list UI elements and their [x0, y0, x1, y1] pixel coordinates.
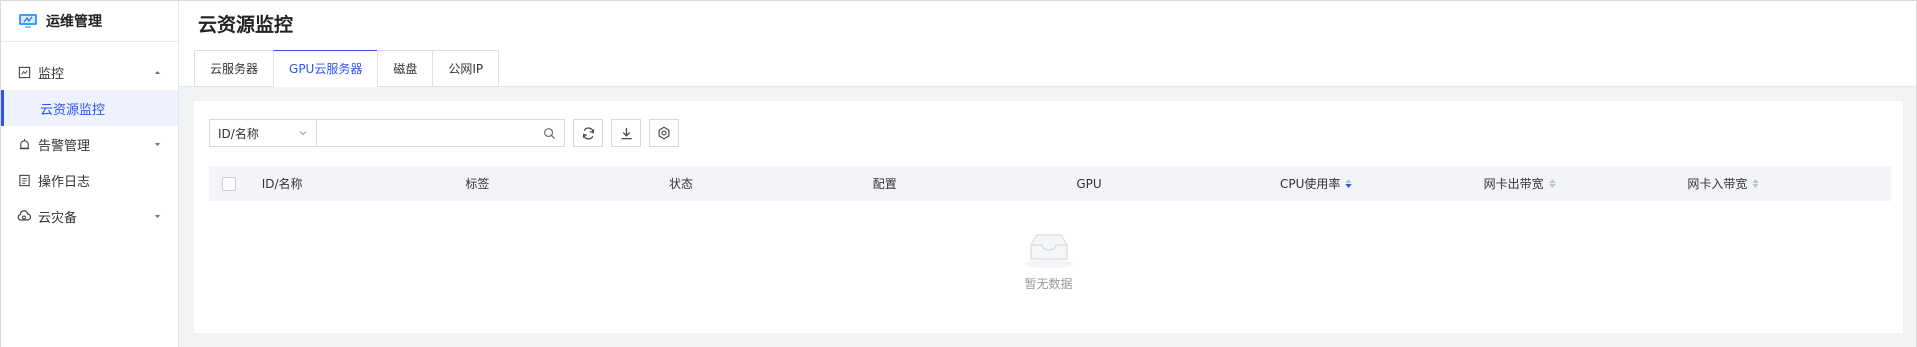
sidebar-item-label: 操作日志: [38, 174, 91, 190]
sidebar-item-label: 云灾备: [38, 210, 78, 226]
main-content: 云资源监控 云服务器 GPU云服务器 磁盘 公网IP ID/名称 ID/名称 标…: [179, 1, 1916, 347]
column-header-cpu-usage[interactable]: CPU使用率: [1280, 175, 1484, 192]
column-header-gpu: GPU: [1076, 177, 1280, 191]
tab-gpu-cloud-server[interactable]: GPU云服务器: [273, 50, 379, 87]
sidebar-item-label: 云资源监控: [40, 102, 106, 118]
column-label: 配置: [872, 177, 897, 191]
settings-icon: [658, 126, 670, 140]
app-title: 运维管理: [46, 14, 102, 30]
column-header-config: 配置: [873, 175, 1077, 192]
search-input[interactable]: [325, 121, 543, 145]
empty-inbox-icon: [1024, 234, 1073, 268]
column-label: 标签: [465, 177, 490, 191]
cloud-backup-icon: [17, 209, 31, 223]
sidebar-nav: 监控 云资源监控 告警管理 操作日志 云灾备: [1, 42, 178, 234]
log-icon: [17, 173, 31, 187]
settings-button[interactable]: [649, 119, 679, 147]
empty-state: 暂无数据: [194, 229, 1903, 292]
alarm-icon: [17, 137, 31, 151]
page-header: 云资源监控 云服务器 GPU云服务器 磁盘 公网IP: [179, 1, 1916, 87]
download-button[interactable]: [611, 119, 641, 147]
tab-disk[interactable]: 磁盘: [377, 50, 434, 87]
search-box: [317, 119, 565, 147]
column-header-tags: 标签: [465, 175, 669, 192]
resource-tabs: 云服务器 GPU云服务器 磁盘 公网IP: [194, 50, 500, 87]
refresh-button[interactable]: [573, 119, 603, 147]
filter-field-value: ID/名称: [218, 126, 259, 141]
toolbar: ID/名称: [209, 119, 679, 147]
sidebar: 运维管理 监控 云资源监控 告警管理 操作日志 云灾备: [1, 1, 179, 347]
column-header-status: 状态: [669, 175, 873, 192]
monitor-icon: [17, 65, 31, 79]
select-all-checkbox[interactable]: [222, 176, 236, 191]
select-all-cell: [209, 176, 262, 191]
sort-icon[interactable]: [1752, 179, 1760, 188]
sidebar-item-label: 告警管理: [38, 138, 91, 154]
page-title: 云资源监控: [198, 14, 294, 36]
column-header-id-name: ID/名称: [262, 175, 466, 192]
ops-logo-icon: [19, 14, 37, 28]
column-label: GPU: [1076, 176, 1102, 191]
sidebar-item-label: 监控: [38, 66, 65, 82]
column-header-nic-in-bandwidth[interactable]: 网卡入带宽: [1687, 175, 1891, 192]
sidebar-item-alarm[interactable]: 告警管理: [1, 126, 178, 162]
download-icon: [620, 127, 632, 139]
column-label: 网卡入带宽: [1687, 177, 1748, 191]
sidebar-item-cloud-resource-monitor[interactable]: 云资源监控: [1, 90, 178, 126]
column-label: 网卡出带宽: [1483, 177, 1544, 191]
tab-public-ip[interactable]: 公网IP: [432, 50, 500, 87]
refresh-icon: [582, 126, 594, 140]
sort-icon[interactable]: [1548, 179, 1556, 188]
sidebar-item-operation-log[interactable]: 操作日志: [1, 162, 178, 198]
tab-cloud-server[interactable]: 云服务器: [194, 50, 275, 87]
column-label: CPU使用率: [1280, 177, 1341, 191]
brand: 运维管理: [1, 1, 178, 42]
filter-field-select[interactable]: ID/名称: [209, 119, 317, 147]
chevron-down-icon: [152, 139, 162, 149]
table-header: ID/名称 标签 状态 配置 GPU CPU使用率 网卡出带宽 网卡入带宽: [209, 166, 1891, 201]
empty-state-text: 暂无数据: [1024, 277, 1073, 291]
resource-panel: ID/名称 ID/名称 标签 状态 配置 GPU CPU使用率 网卡出带宽 网卡…: [194, 101, 1903, 333]
chevron-down-icon: [152, 211, 162, 221]
sidebar-item-cloud-backup[interactable]: 云灾备: [1, 198, 178, 234]
chevron-up-icon: [152, 67, 162, 77]
chevron-down-icon: [299, 131, 307, 136]
app-window: 运维管理 监控 云资源监控 告警管理 操作日志 云灾备 云资源监控 云服务器 G…: [0, 0, 1917, 347]
search-icon[interactable]: [543, 127, 556, 140]
sort-desc-icon[interactable]: [1345, 179, 1353, 188]
column-label: ID/名称: [261, 177, 303, 191]
column-header-nic-out-bandwidth[interactable]: 网卡出带宽: [1484, 175, 1688, 192]
column-label: 状态: [669, 177, 694, 191]
sidebar-item-monitor[interactable]: 监控: [1, 54, 178, 90]
